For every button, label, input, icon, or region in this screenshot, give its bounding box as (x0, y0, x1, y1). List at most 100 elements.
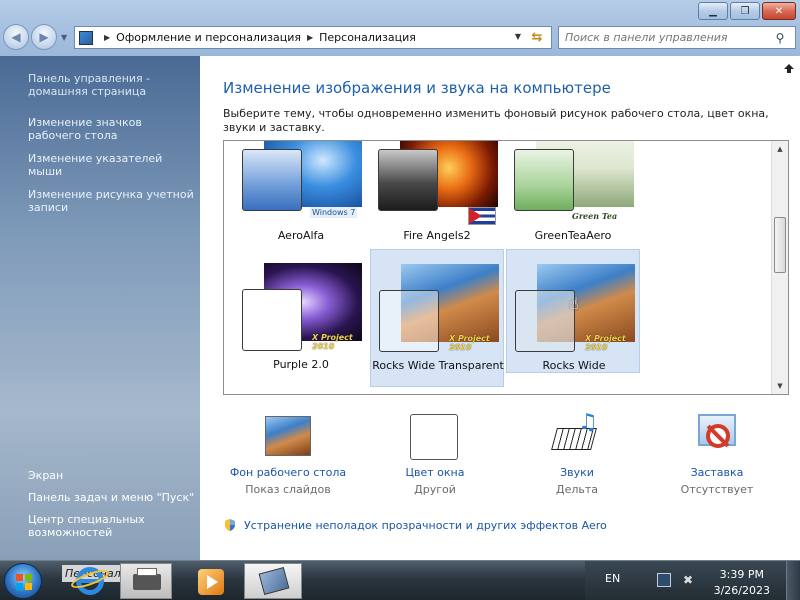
window-color-icon (410, 412, 460, 460)
clock-time: 3:39 PM (719, 568, 764, 581)
scroll-up-icon[interactable]: ▲ (772, 141, 788, 157)
media-player-icon[interactable] (178, 563, 230, 599)
clock[interactable]: 3:39 PM 3/26/2023 (714, 567, 770, 599)
taskbar: Персонализация EN ✖ 3:39 PM 3/26/2023 (0, 560, 800, 600)
scroll-down-icon[interactable]: ▼ (772, 378, 788, 394)
theme-color-swatch (379, 290, 439, 352)
theme-badge: Windows 7 (310, 207, 358, 218)
theme-list-scrollbar[interactable]: ▲ ▼ (771, 141, 788, 394)
sidebar-link-taskbar[interactable]: Панель задач и меню "Пуск" (28, 491, 198, 504)
search-box: ⚲ (558, 26, 796, 49)
main-content: Изменение изображения и звука на компьют… (200, 56, 800, 560)
shield-icon (223, 518, 237, 532)
sidebar: Панель управления - домашняя страница Из… (0, 56, 200, 560)
option-value: Отсутствует (680, 483, 754, 496)
window-controls: ▁ ❐ ✕ (698, 2, 796, 20)
theme-color-swatch (242, 149, 302, 211)
option-label[interactable]: Фон рабочего стола (223, 466, 353, 479)
theme-item-fire-angels2[interactable]: Fire Angels2 (370, 141, 504, 242)
nav-buttons: ◀ ▶ ▼ (3, 24, 67, 50)
language-indicator[interactable]: EN (605, 572, 620, 585)
page-title: Изменение изображения и звука на компьют… (223, 79, 611, 97)
troubleshoot-row: Устранение неполадок прозрачности и друг… (223, 518, 607, 532)
sidebar-link-account-picture[interactable]: Изменение рисунка учетной записи (28, 188, 198, 214)
option-value: Другой (414, 483, 456, 496)
option-label[interactable]: Заставка (652, 466, 782, 479)
troubleshoot-aero-link[interactable]: Устранение неполадок прозрачности и друг… (244, 519, 607, 532)
sidebar-link-ease-of-access[interactable]: Центр специальных возможностей (28, 513, 198, 539)
theme-item-rocks-wide-transparent[interactable]: X Project 2010 Rocks Wide Transparent (370, 249, 504, 387)
theme-name: Rocks Wide Transparent (372, 359, 504, 372)
option-value: Показ слайдов (245, 483, 331, 496)
control-panel-task-icon[interactable] (244, 563, 302, 599)
theme-item-greenteaaero[interactable]: Green Tea GreenTeaAero (506, 141, 640, 242)
theme-name: AeroAlfa (277, 229, 325, 242)
sidebar-see-also: См. также Экран Панель задач и меню "Пус… (28, 446, 198, 548)
clock-date: 3/26/2023 (713, 584, 770, 597)
theme-options: Фон рабочего стола Показ слайдов Цвет ок… (220, 410, 782, 502)
control-panel-icon (79, 30, 93, 45)
screensaver-icon (692, 412, 742, 460)
close-button[interactable]: ✕ (762, 2, 796, 20)
network-icon[interactable] (657, 573, 671, 587)
page-description: Выберите тему, чтобы одновременно измени… (223, 107, 769, 134)
recent-pages-dropdown-icon[interactable]: ▼ (61, 33, 67, 42)
help-icon[interactable] (782, 60, 796, 74)
see-also-heading: См. также (28, 446, 88, 459)
maximize-button[interactable]: ❐ (730, 2, 760, 20)
theme-name: Purple 2.0 (273, 358, 329, 371)
theme-name: Rocks Wide (542, 359, 606, 372)
theme-item-purple[interactable]: X Project 2010 Purple 2.0 (234, 253, 368, 373)
windows-logo-icon (16, 574, 32, 590)
theme-badge: Green Tea (572, 211, 618, 221)
start-button[interactable] (4, 563, 42, 599)
internet-explorer-icon[interactable] (66, 563, 118, 599)
address-bar[interactable]: ▶ Оформление и персонализация ▶ Персонал… (74, 26, 552, 49)
forward-button[interactable]: ▶ (31, 24, 57, 50)
option-desktop-background[interactable]: Фон рабочего стола Показ слайдов (223, 412, 353, 496)
window-chrome: ▁ ❐ ✕ ◀ ▶ ▼ ▶ Оформление и персонализаци… (0, 0, 800, 56)
theme-color-swatch (514, 149, 574, 211)
refresh-icon[interactable]: ⇆ (527, 29, 547, 46)
sidebar-link-desktop-icons[interactable]: Изменение значков рабочего стола (28, 116, 198, 142)
option-window-color[interactable]: Цвет окна Другой (370, 412, 500, 496)
volume-muted-icon[interactable]: ✖ (683, 573, 693, 587)
sidebar-link-mouse-pointers[interactable]: Изменение указателей мыши (28, 152, 198, 178)
desktop-background-icon (263, 412, 313, 460)
theme-name: Fire Angels2 (403, 229, 471, 242)
sidebar-home-link[interactable]: Панель управления - домашняя страница (28, 72, 198, 98)
flag-icon (468, 207, 496, 225)
theme-item-rocks-wide[interactable]: X Project 2010 Rocks Wide ☝ (506, 249, 640, 373)
minimize-button[interactable]: ▁ (698, 2, 728, 20)
theme-badge: X Project 2010 (312, 333, 353, 351)
hand-cursor-icon: ☝ (569, 294, 579, 313)
theme-item-aeroalfa[interactable]: Windows 7 AeroAlfa (234, 141, 368, 242)
chevron-right-icon[interactable]: ▶ (104, 33, 110, 42)
address-dropdown-icon[interactable]: ▼ (515, 32, 521, 41)
show-desktop-button[interactable] (786, 561, 800, 600)
chevron-right-icon[interactable]: ▶ (307, 33, 313, 42)
search-icon[interactable]: ⚲ (769, 31, 791, 45)
theme-name: GreenTeaAero (534, 229, 612, 242)
option-sounds[interactable]: ♫ Звуки Дельта (512, 410, 642, 496)
scroll-thumb[interactable] (774, 217, 786, 273)
sidebar-link-display[interactable]: Экран (28, 469, 198, 482)
sounds-icon: ♫ (551, 410, 602, 460)
theme-list: Windows 7 AeroAlfa Fire Angels2 Green Te… (223, 140, 789, 395)
option-value: Дельта (555, 483, 599, 496)
sidebar-tasks: Панель управления - домашняя страница Из… (28, 72, 198, 224)
theme-color-swatch (378, 149, 438, 211)
theme-color-swatch (515, 290, 575, 352)
theme-color-swatch (242, 289, 302, 351)
system-tray: EN ✖ 3:39 PM 3/26/2023 (585, 561, 800, 600)
theme-badge: X Project 2010 (585, 334, 626, 352)
option-screensaver[interactable]: Заставка Отсутствует (652, 412, 782, 496)
breadcrumb-appearance[interactable]: Оформление и персонализация (116, 31, 301, 44)
search-input[interactable] (559, 31, 769, 44)
printer-icon[interactable] (120, 563, 172, 599)
theme-badge: X Project 2010 (449, 334, 490, 352)
option-label[interactable]: Звуки (512, 466, 642, 479)
breadcrumb-personalization[interactable]: Персонализация (319, 31, 416, 44)
back-button[interactable]: ◀ (3, 24, 29, 50)
option-label[interactable]: Цвет окна (370, 466, 500, 479)
